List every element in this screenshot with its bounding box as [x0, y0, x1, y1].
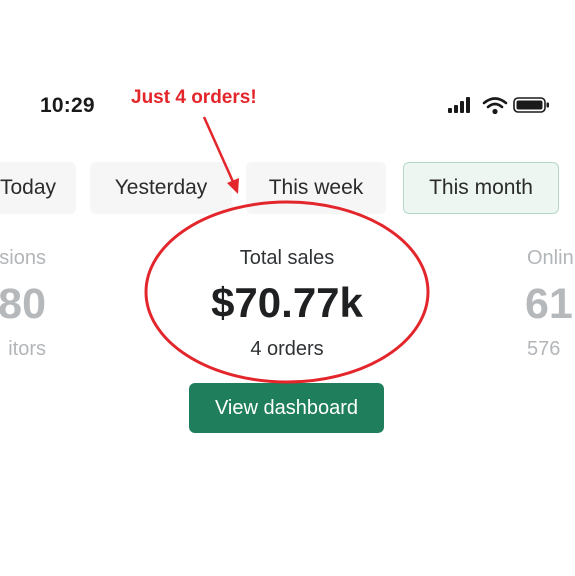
wifi-icon [482, 97, 508, 115]
view-dashboard-button[interactable]: View dashboard [189, 383, 384, 433]
total-sales-orders: 4 orders [250, 338, 324, 360]
tab-today[interactable]: Today [0, 162, 76, 214]
tab-this-week[interactable]: This week [246, 162, 386, 214]
annotation-text: Just 4 orders! [131, 87, 257, 108]
total-sales-value: $70.77k [211, 279, 363, 326]
metric-left-label: sions [0, 247, 46, 269]
metric-right-label: Onlin [527, 247, 574, 269]
metric-left-sub: itors [8, 338, 46, 360]
metric-right-value: 61 [525, 280, 573, 328]
status-icons [447, 96, 551, 116]
metric-right-sub: 576 [527, 338, 561, 360]
status-time: 10:29 [40, 94, 95, 117]
total-sales-label: Total sales [239, 247, 335, 269]
tab-this-month[interactable]: This month [403, 162, 559, 214]
metric-left-value: 80 [0, 280, 46, 328]
battery-icon [513, 97, 549, 113]
cellular-signal-icon [448, 97, 470, 113]
tab-yesterday[interactable]: Yesterday [90, 162, 232, 214]
